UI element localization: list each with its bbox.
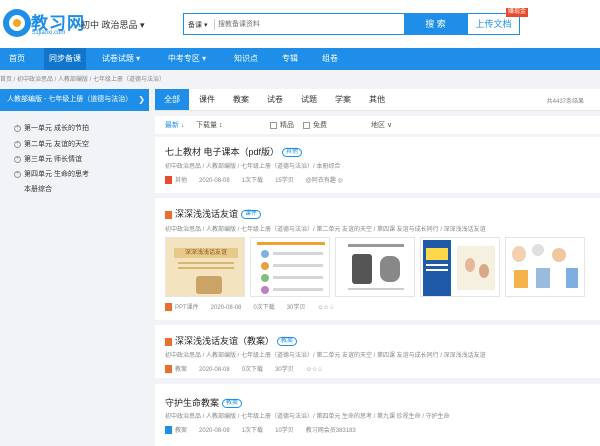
- slide-thumbnail[interactable]: [250, 237, 330, 297]
- upload-badge: 赚现金: [506, 8, 529, 17]
- nav-item-sync-prep[interactable]: 同步备课: [44, 48, 86, 70]
- resource-card: 七上教材 电子课本（pdf版） 其他 初中政治思品 / 人教部编版 / 七年级上册…: [155, 137, 600, 193]
- search-type-select[interactable]: 备课 ▾: [188, 20, 207, 30]
- chevron-right-icon[interactable]: ❯: [138, 95, 145, 104]
- search-input[interactable]: [218, 16, 393, 32]
- free-checkbox[interactable]: [303, 121, 310, 129]
- sidebar-unit-2[interactable]: + 第二单元 友谊的天空: [14, 139, 89, 149]
- tab-courseware[interactable]: 课件: [191, 89, 223, 110]
- result-count: 共4437条结果: [546, 99, 584, 105]
- type-badge: 课件: [241, 210, 262, 220]
- sidebar-title[interactable]: 人教部编版 - 七年级上册（道德与法治）: [0, 89, 149, 111]
- expand-icon[interactable]: +: [14, 124, 21, 132]
- card-meta: PPT课件 2020-08-08 0次下载 30学贝 ☺☆♤: [165, 302, 346, 312]
- search-divider: [214, 19, 215, 30]
- sidebar-unit-4[interactable]: + 第四单元 生命的思考: [14, 169, 89, 179]
- slide-thumbnail[interactable]: [335, 237, 415, 297]
- logo-icon[interactable]: [3, 9, 31, 37]
- type-badge: 教案: [222, 399, 243, 409]
- card-meta: 教案 2020-08-08 0次下载 30学贝 ☺☆♤: [165, 364, 335, 374]
- region-filter[interactable]: 地区 ∨: [371, 120, 392, 130]
- tab-exam-paper[interactable]: 试卷: [259, 89, 291, 110]
- subject-select[interactable]: 初中 政治思品 ▾: [81, 18, 145, 31]
- nav-item-exams[interactable]: 试卷试题 ▾: [96, 48, 146, 70]
- slide-thumbnail[interactable]: [505, 237, 585, 297]
- free-filter[interactable]: 免费: [303, 120, 327, 130]
- thumbnail-strip: 深深浅浅话友谊: [165, 237, 585, 297]
- tab-study-plan[interactable]: 学案: [327, 89, 359, 110]
- nav-item-compose[interactable]: 组卷: [316, 48, 344, 70]
- card-path[interactable]: 初中政治思品 / 人教部编版 / 七年级上册（道德与法治）/ 第四单元 生命的思…: [165, 411, 450, 420]
- tab-lesson-plan[interactable]: 教案: [225, 89, 257, 110]
- resource-card: 深深浅浅话友谊 课件 初中政治思品 / 人教部编版 / 七年级上册（道德与法治）/…: [155, 198, 600, 320]
- premium-checkbox[interactable]: [270, 121, 277, 129]
- doc-icon: [165, 365, 172, 374]
- card-path[interactable]: 初中政治思品 / 人教部编版 / 七年级上册（道德与法治）/ 本册综合: [165, 161, 340, 170]
- logo-domain: 51jiaoxi.com: [32, 30, 66, 36]
- card-title[interactable]: 深深浅浅话友谊（教案） 教案: [165, 334, 298, 347]
- sort-downloads[interactable]: 下载量 ↕: [196, 120, 222, 130]
- doc-icon: [165, 426, 172, 435]
- premium-filter[interactable]: 精品: [270, 120, 294, 130]
- expand-icon[interactable]: +: [14, 170, 21, 178]
- card-title[interactable]: 七上教材 电子课本（pdf版） 其他: [165, 145, 303, 158]
- expand-icon[interactable]: +: [14, 155, 21, 163]
- doc-icon: [165, 337, 172, 346]
- file-other-icon: [165, 176, 172, 185]
- nav-item-knowledge[interactable]: 知识点: [228, 48, 264, 70]
- slide-thumbnail[interactable]: 深深浅浅话友谊: [165, 237, 245, 297]
- sort-latest[interactable]: 最新 ↓: [165, 120, 184, 130]
- thumbnail-title: 深深浅浅话友谊: [174, 248, 238, 258]
- card-meta: 其他 2020-08-08 1次下载 15学贝 @阿衣有趣 ◎: [165, 175, 355, 185]
- header: 教习网 51jiaoxi.com 初中 政治思品 ▾ 备课 ▾ 搜 索 上传文档…: [0, 0, 600, 48]
- nav-item-zhongkao[interactable]: 中考专区 ▾: [162, 48, 212, 70]
- card-meta: 教案 2020-08-08 1次下载 10学贝 教习网会员383183: [165, 425, 368, 435]
- filter-bar: 最新 ↓ 下载量 ↕ 精品 免费 地区 ∨: [155, 116, 600, 134]
- resource-card: 守护生命教案 教案 初中政治思品 / 人教部编版 / 七年级上册（道德与法治）/ …: [155, 384, 600, 446]
- sidebar: 人教部编版 - 七年级上册（道德与法治） ❯ + 第一单元 成长的节拍 + 第二单元…: [0, 89, 149, 207]
- resource-card: 深深浅浅话友谊（教案） 教案 初中政治思品 / 人教部编版 / 七年级上册（道德与…: [155, 325, 600, 378]
- search-button[interactable]: 搜 索: [404, 13, 467, 35]
- resource-tabs: 全部 课件 教案 试卷 试题 学案 其他 共4437条结果: [155, 89, 600, 111]
- sidebar-title-label: 人教部编版 - 七年级上册（道德与法治）: [7, 96, 133, 103]
- ppt-icon: [165, 303, 172, 312]
- type-badge: 教案: [277, 337, 298, 347]
- type-badge: 其他: [282, 148, 303, 158]
- expand-icon[interactable]: +: [14, 140, 21, 148]
- card-title[interactable]: 深深浅浅话友谊 课件: [165, 207, 262, 220]
- nav-item-home[interactable]: 首页: [0, 48, 34, 70]
- nav-item-albums[interactable]: 专辑: [276, 48, 304, 70]
- slide-thumbnail[interactable]: [420, 237, 500, 297]
- sidebar-unit-general[interactable]: 本册综合: [24, 184, 52, 194]
- sidebar-unit-3[interactable]: + 第三单元 师长情谊: [14, 154, 82, 164]
- card-title[interactable]: 守护生命教案 教案: [165, 396, 243, 409]
- tab-exercises[interactable]: 试题: [293, 89, 325, 110]
- card-path[interactable]: 初中政治思品 / 人教部编版 / 七年级上册（道德与法治）/ 第二单元 友谊的天…: [165, 224, 486, 233]
- card-path[interactable]: 初中政治思品 / 人教部编版 / 七年级上册（道德与法治）/ 第二单元 友谊的天…: [165, 350, 486, 359]
- sidebar-unit-1[interactable]: + 第一单元 成长的节拍: [14, 123, 89, 133]
- tab-other[interactable]: 其他: [361, 89, 393, 110]
- breadcrumb[interactable]: 首页 / 初中政治思品 / 人教部编版 / 七年级上册（道德与法治）: [0, 74, 165, 83]
- search-box: 备课 ▾ 搜 索: [183, 13, 467, 35]
- main-nav: 首页 同步备课 试卷试题 ▾ 中考专区 ▾ 知识点 专辑 组卷: [0, 48, 600, 70]
- ppt-icon: [165, 210, 172, 219]
- tab-all[interactable]: 全部: [155, 89, 189, 110]
